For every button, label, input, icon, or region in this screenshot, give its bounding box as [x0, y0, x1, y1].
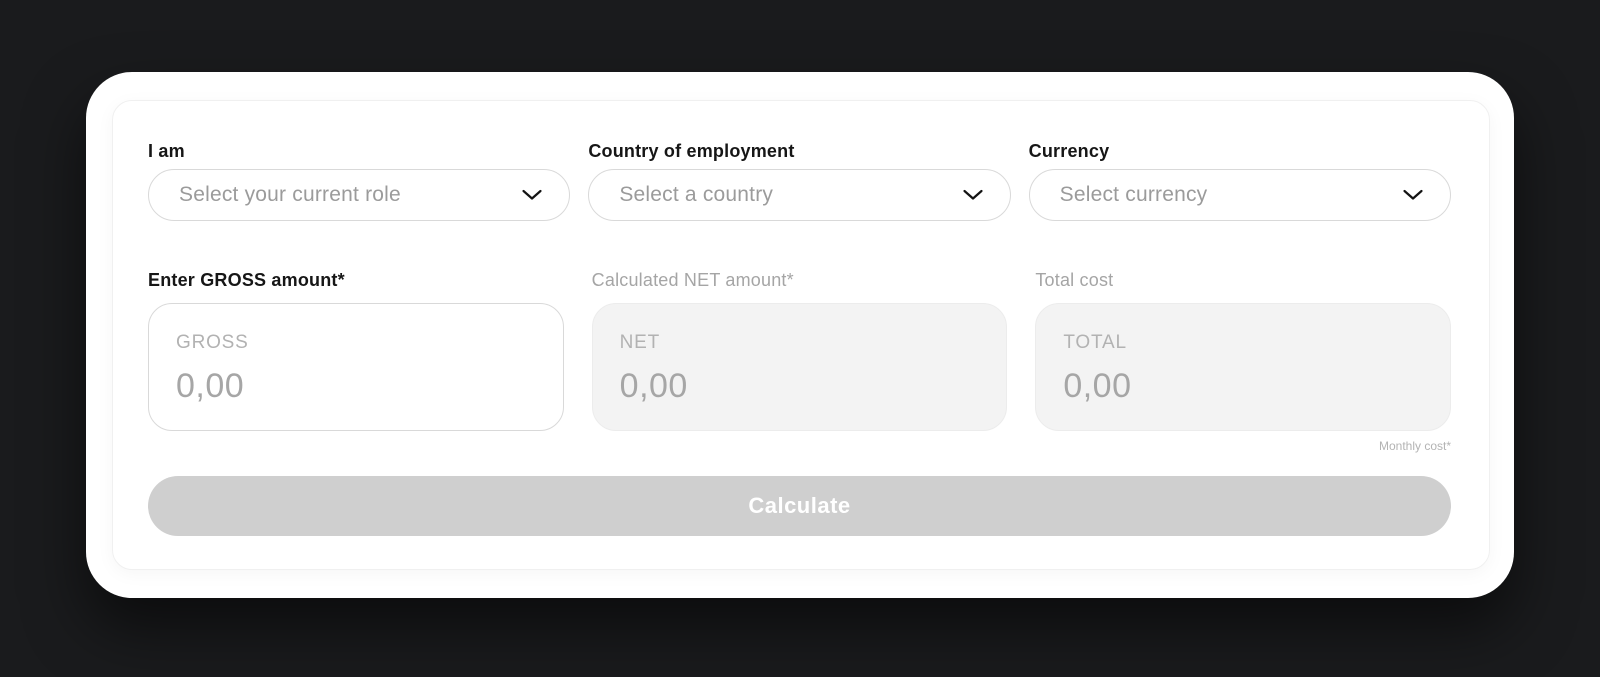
page-background: I am Select your current role Country of… — [0, 0, 1600, 677]
calculator-card: I am Select your current role Country of… — [86, 72, 1514, 598]
chevron-down-icon — [962, 189, 984, 201]
country-select[interactable]: Select a country — [588, 169, 1010, 221]
total-label: Total cost — [1035, 270, 1451, 290]
amounts-row: Enter GROSS amount* GROSS 0,00 Calculate… — [148, 270, 1451, 431]
gross-amount-value: 0,00 — [176, 367, 535, 406]
net-amount-value: 0,00 — [620, 367, 979, 406]
field-total: Total cost TOTAL 0,00 — [1035, 270, 1451, 431]
gross-amount-input[interactable]: GROSS 0,00 — [148, 303, 564, 431]
net-field-title: NET — [620, 332, 979, 354]
field-role: I am Select your current role — [148, 141, 570, 221]
currency-label: Currency — [1029, 141, 1451, 161]
country-label: Country of employment — [588, 141, 1010, 161]
field-currency: Currency Select currency — [1029, 141, 1451, 221]
role-select-placeholder: Select your current role — [179, 183, 401, 207]
calculate-button[interactable]: Calculate — [148, 476, 1451, 536]
chevron-down-icon — [521, 189, 543, 201]
calculator-panel: I am Select your current role Country of… — [112, 100, 1490, 570]
selects-row: I am Select your current role Country of… — [148, 141, 1451, 221]
currency-select[interactable]: Select currency — [1029, 169, 1451, 221]
field-net: Calculated NET amount* NET 0,00 — [592, 270, 1008, 431]
net-label: Calculated NET amount* — [592, 270, 1008, 290]
country-select-placeholder: Select a country — [619, 183, 773, 207]
monthly-cost-note: Monthly cost* — [148, 439, 1451, 453]
role-label: I am — [148, 141, 570, 161]
gross-label: Enter GROSS amount* — [148, 270, 564, 290]
total-cost-output: TOTAL 0,00 — [1035, 303, 1451, 431]
currency-select-placeholder: Select currency — [1060, 183, 1208, 207]
chevron-down-icon — [1402, 189, 1424, 201]
field-country: Country of employment Select a country — [588, 141, 1010, 221]
role-select[interactable]: Select your current role — [148, 169, 570, 221]
gross-field-title: GROSS — [176, 332, 535, 354]
field-gross: Enter GROSS amount* GROSS 0,00 — [148, 270, 564, 431]
total-field-title: TOTAL — [1063, 332, 1422, 354]
total-cost-value: 0,00 — [1063, 367, 1422, 406]
net-amount-output: NET 0,00 — [592, 303, 1008, 431]
